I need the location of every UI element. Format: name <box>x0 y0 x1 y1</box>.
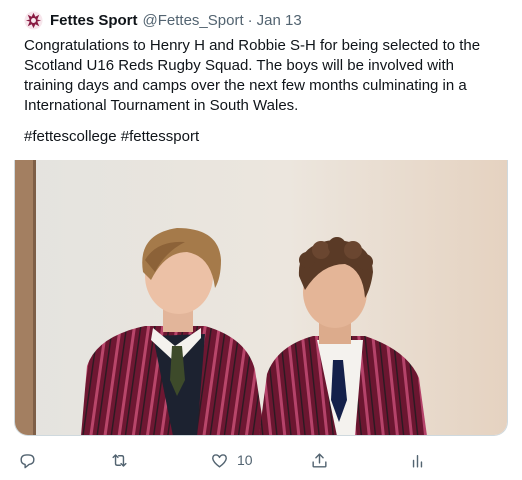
tweet-text: Congratulations to Henry H and Robbie S-… <box>24 36 502 116</box>
retweet-icon <box>112 453 127 467</box>
tweet-text-line: Scotland U16 Reds Rugby Squad. The boys … <box>24 57 454 74</box>
user-handle[interactable]: @Fettes_Sport <box>143 12 244 29</box>
tweet-actions: 10 <box>14 448 508 472</box>
like-count: 10 <box>237 452 253 468</box>
tweet-hashtags[interactable]: #fettescollege #fettessport <box>24 127 199 147</box>
tweet-date[interactable]: Jan 13 <box>257 12 302 29</box>
reply-icon <box>20 453 35 468</box>
crest-icon <box>24 10 43 30</box>
analytics-icon <box>412 454 423 468</box>
avatar[interactable] <box>24 10 43 30</box>
analytics-button[interactable] <box>408 448 427 472</box>
tweet-text-line: Congratulations to Henry H and Robbie S-… <box>24 37 481 54</box>
tweet-photo[interactable] <box>14 160 508 436</box>
photo-two-students <box>15 160 507 435</box>
heart-icon <box>212 453 227 468</box>
share-icon <box>312 452 327 468</box>
reply-button[interactable] <box>18 448 37 472</box>
tweet-header: Fettes Sport @Fettes_Sport · Jan 13 <box>24 10 302 30</box>
display-name[interactable]: Fettes Sport <box>50 12 138 29</box>
tweet-text-line: International Tournament in South Wales. <box>24 97 299 114</box>
retweet-button[interactable] <box>110 448 129 472</box>
tweet-text-line: training days and camps over the next fe… <box>24 77 467 94</box>
tweet-card[interactable]: Fettes Sport @Fettes_Sport · Jan 13 Cong… <box>14 0 508 480</box>
separator-dot: · <box>247 11 253 29</box>
share-button[interactable] <box>310 448 329 472</box>
like-button[interactable]: 10 <box>210 448 253 472</box>
